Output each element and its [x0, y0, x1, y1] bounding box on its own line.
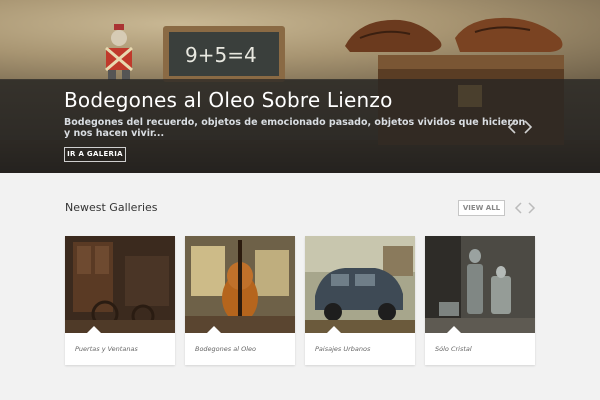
section-title: Newest Galleries	[65, 201, 158, 214]
gallery-card-label: Puertas y Ventanas	[75, 345, 138, 353]
card-notch	[447, 326, 461, 333]
chalk-slate-painting-detail: 9+5=4	[163, 26, 285, 82]
gallery-card-label: Bodegones al Oleo	[195, 345, 256, 353]
gallery-thumbnail	[185, 236, 295, 333]
gallery-thumbnail	[305, 236, 415, 333]
go-to-gallery-button[interactable]: IR A GALERIA	[64, 147, 126, 162]
card-notch	[327, 326, 341, 333]
gallery-card[interactable]: Paisajes Urbanos	[305, 236, 415, 365]
gallery-card-label: Paisajes Urbanos	[315, 345, 371, 353]
card-notch	[87, 326, 101, 333]
chevron-left-icon[interactable]	[506, 120, 518, 134]
gallery-card-label: Sólo Cristal	[435, 345, 472, 353]
gallery-card[interactable]: Puertas y Ventanas	[65, 236, 175, 365]
hero-banner: 9+5=4 Bodegones al Oleo Sobre Lienzo Bod…	[0, 0, 600, 173]
slate-chalk-text: 9+5=4	[185, 43, 257, 67]
view-all-button[interactable]: VIEW ALL	[458, 200, 505, 216]
gallery-thumbnail	[425, 236, 535, 333]
hero-subtitle: Bodegones del recuerdo, objetos de emoci…	[64, 117, 526, 139]
gallery-card[interactable]: Sólo Cristal	[425, 236, 535, 365]
chevron-left-icon[interactable]	[514, 202, 524, 214]
chevron-right-icon[interactable]	[522, 120, 534, 134]
gallery-card[interactable]: Bodegones al Oleo	[185, 236, 295, 365]
chevron-right-icon[interactable]	[526, 202, 536, 214]
gallery-thumbnail	[65, 236, 175, 333]
toy-figure-painting-detail	[105, 24, 133, 80]
hero-title: Bodegones al Oleo Sobre Lienzo	[64, 88, 393, 112]
card-notch	[207, 326, 221, 333]
